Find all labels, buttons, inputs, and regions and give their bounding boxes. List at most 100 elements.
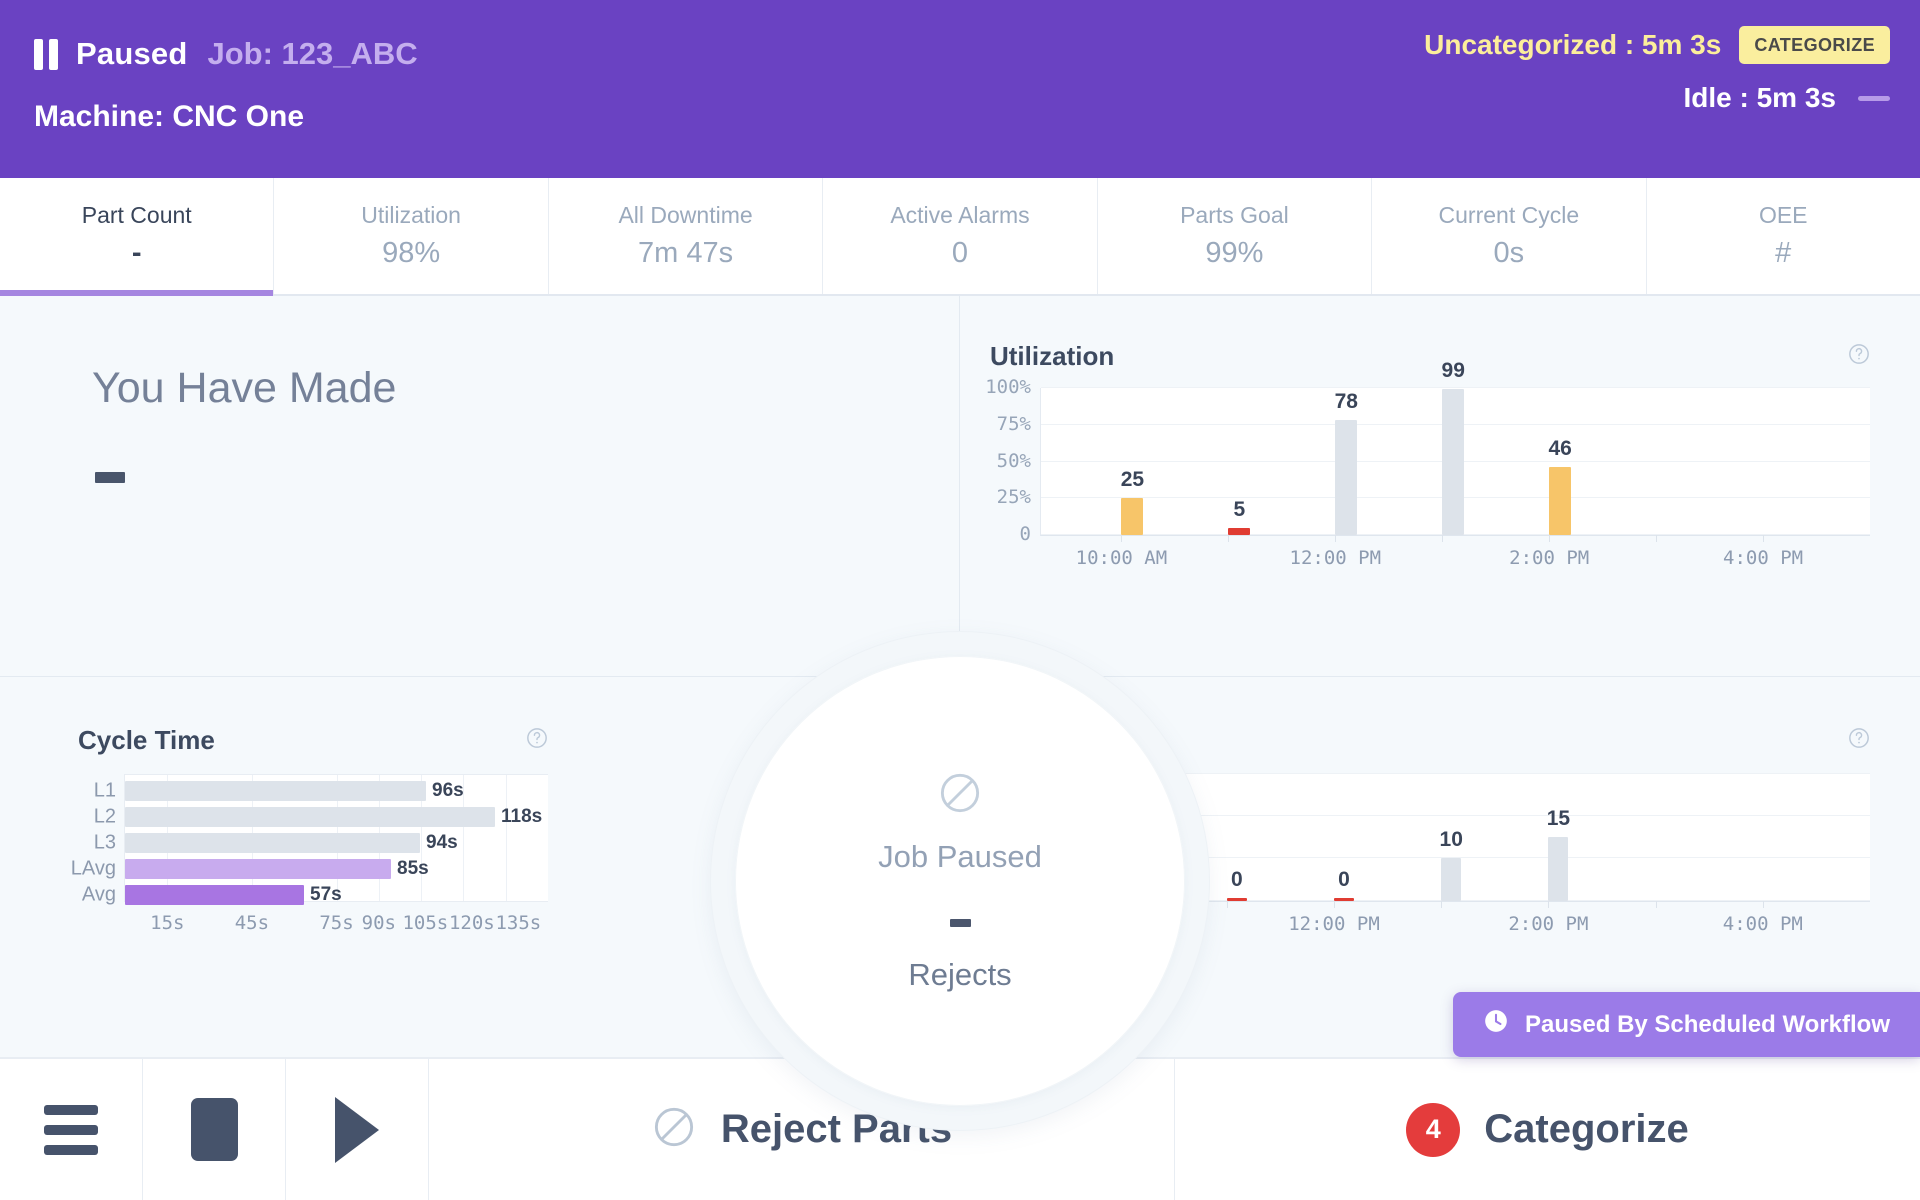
kpi-tab-active-alarms[interactable]: Active Alarms 0: [823, 178, 1097, 294]
cycle-bar[interactable]: [125, 833, 420, 853]
ban-icon: [937, 770, 983, 821]
kpi-value: 99%: [1205, 237, 1263, 270]
bar-parts-made-1[interactable]: 0: [1227, 898, 1247, 901]
idle-text: Idle : 5m 3s: [1683, 82, 1836, 114]
bar-category-label: L3: [94, 831, 116, 854]
app-header: Paused Job: 123_ABC Machine: CNC One Unc…: [0, 0, 1920, 178]
header-machine-row: Machine: CNC One: [34, 86, 1886, 148]
x-tick-label: 15s: [150, 912, 184, 934]
x-tick-label: 4:00 PM: [1723, 913, 1803, 935]
x-tick-label: 45s: [235, 912, 269, 934]
kpi-label: Current Cycle: [1439, 202, 1580, 229]
bar-utilization-0[interactable]: 25: [1121, 498, 1143, 535]
parts-made-summary-panel: You Have Made: [0, 296, 960, 677]
stop-icon: [191, 1098, 238, 1161]
x-tick-mark: [1335, 535, 1336, 542]
bar-value-label: 96s: [432, 780, 464, 802]
bar-parts-made-2[interactable]: 0: [1334, 898, 1354, 901]
play-button[interactable]: [286, 1059, 429, 1200]
cycle-bar-row-avg[interactable]: Avg 57s: [125, 885, 342, 905]
x-tick-mark: [1549, 535, 1550, 542]
x-tick-mark: [1656, 535, 1657, 542]
kpi-tab-parts-goal[interactable]: Parts Goal 99%: [1098, 178, 1372, 294]
you-have-made-title: You Have Made: [92, 364, 396, 413]
y-tick: 50%: [997, 450, 1031, 472]
cycle-bar-row-l1[interactable]: L1 96s: [125, 781, 464, 801]
utilization-plot-area: 0 25% 50% 75% 100% 25 5 78 99 46: [1040, 388, 1870, 536]
header-idle-group: Idle : 5m 3s: [1683, 82, 1890, 114]
bar-utilization-3[interactable]: 99: [1442, 389, 1464, 535]
cycle-bar-row-l2[interactable]: L2 118s: [125, 807, 542, 827]
rejects-label: Rejects: [908, 957, 1011, 993]
kpi-label: OEE: [1759, 202, 1808, 229]
bar-value-label: 0: [1231, 868, 1243, 892]
bar-value-label: 10: [1440, 828, 1463, 852]
you-have-made-value: [95, 472, 125, 483]
bar-parts-made-4[interactable]: 15: [1548, 837, 1568, 901]
kpi-tab-utilization[interactable]: Utilization 98%: [274, 178, 548, 294]
x-tick-mark: [1763, 535, 1764, 542]
utilization-chart-panel: Utilization 0 25% 50% 75% 1: [960, 296, 1920, 677]
y-tick: 100%: [985, 376, 1031, 398]
help-circle-icon[interactable]: [1848, 727, 1870, 754]
kpi-label: Part Count: [82, 202, 192, 229]
x-tick-mark: [1548, 901, 1549, 908]
help-circle-icon[interactable]: [1848, 343, 1870, 370]
bar-category-label: LAvg: [71, 857, 116, 880]
x-tick-mark: [1442, 535, 1443, 542]
dashboard-app: Paused Job: 123_ABC Machine: CNC One Unc…: [0, 0, 1920, 1200]
bar-utilization-2[interactable]: 78: [1335, 420, 1357, 535]
kpi-tab-all-downtime[interactable]: All Downtime 7m 47s: [549, 178, 823, 294]
categorize-header-button[interactable]: CATEGORIZE: [1739, 26, 1890, 64]
bar-utilization-1[interactable]: 5: [1228, 528, 1250, 535]
cycle-bar-row-lavg[interactable]: LAvg 85s: [125, 859, 429, 879]
bar-utilization-4[interactable]: 46: [1549, 467, 1571, 535]
cycle-bar[interactable]: [125, 807, 495, 827]
minimize-icon[interactable]: [1858, 96, 1890, 101]
x-tick-label: 12:00 PM: [1288, 913, 1380, 935]
bar-value-label: 15: [1547, 807, 1570, 831]
categorize-button[interactable]: 4 Categorize: [1175, 1059, 1920, 1200]
menu-button[interactable]: [0, 1059, 143, 1200]
cycle-time-chart-header: Cycle Time: [78, 725, 548, 756]
cycle-time-card: Cycle Time: [78, 725, 548, 902]
toast-notification[interactable]: Paused By Scheduled Workflow: [1453, 992, 1920, 1057]
kpi-value: 98%: [382, 237, 440, 270]
job-paused-text: Job Paused: [878, 839, 1042, 875]
kpi-tab-bar: Part Count - Utilization 98% All Downtim…: [0, 178, 1920, 296]
kpi-tab-oee[interactable]: OEE #: [1647, 178, 1920, 294]
bar-parts-made-3[interactable]: 10: [1441, 858, 1461, 900]
x-tick-label: 4:00 PM: [1723, 547, 1803, 569]
bar-value-label: 46: [1548, 437, 1571, 461]
job-label: Job: 123_ABC: [207, 36, 417, 72]
chart-title: Utilization: [990, 341, 1114, 372]
pause-icon: [34, 39, 58, 70]
y-tick: 0: [1020, 523, 1031, 545]
x-tick-label: 2:00 PM: [1508, 913, 1588, 935]
rejects-value: [950, 919, 971, 927]
bar-category-label: L2: [94, 805, 116, 828]
cycle-bar[interactable]: [125, 859, 391, 879]
cycle-time-plot-area: L1 96s L2 118s L3 94s L: [124, 774, 548, 902]
cycle-bar-row-l3[interactable]: L3 94s: [125, 833, 458, 853]
x-tick-label: 12:00 PM: [1290, 547, 1382, 569]
x-tick-mark: [1763, 901, 1764, 908]
kpi-label: Active Alarms: [890, 202, 1029, 229]
kpi-tab-part-count[interactable]: Part Count -: [0, 178, 274, 294]
cycle-bar[interactable]: [125, 885, 304, 905]
bar-value-label: 57s: [310, 884, 342, 906]
kpi-label: Parts Goal: [1180, 202, 1289, 229]
machine-label: Machine: CNC One: [34, 100, 304, 134]
kpi-tab-current-cycle[interactable]: Current Cycle 0s: [1372, 178, 1646, 294]
y-tick: 25%: [997, 486, 1031, 508]
dash-placeholder-icon: [95, 472, 125, 483]
play-icon: [335, 1097, 379, 1163]
bar-value-label: 0: [1338, 868, 1350, 892]
x-tick-mark: [1334, 901, 1335, 908]
stop-button[interactable]: [143, 1059, 286, 1200]
cycle-bar[interactable]: [125, 781, 426, 801]
categorize-badge: 4: [1406, 1103, 1460, 1157]
bar-value-label: 25: [1121, 468, 1144, 492]
header-uncategorized-group: Uncategorized : 5m 3s CATEGORIZE: [1424, 26, 1890, 64]
help-circle-icon[interactable]: [526, 727, 548, 754]
